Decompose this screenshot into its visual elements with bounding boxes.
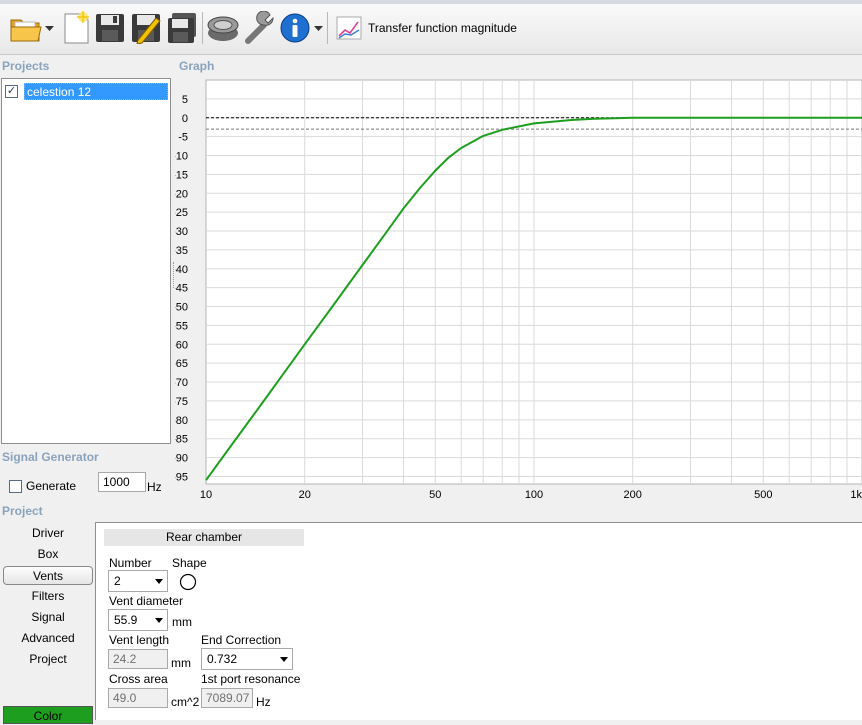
- y-tick-label: -15: [175, 169, 188, 181]
- save-as-icon[interactable]: [128, 10, 164, 46]
- project-name[interactable]: celestion 12: [24, 82, 168, 100]
- y-tick-label: -70: [175, 377, 188, 389]
- nav-signal[interactable]: Signal: [3, 608, 93, 627]
- nav-vents[interactable]: Vents: [3, 566, 93, 585]
- number-select[interactable]: 2: [108, 570, 168, 592]
- chevron-down-icon: [155, 618, 163, 623]
- vent-diameter-value: 55.9: [114, 613, 138, 627]
- circle-icon[interactable]: [179, 573, 197, 591]
- color-button[interactable]: Color: [3, 706, 93, 724]
- project-section-title: Project: [2, 504, 43, 518]
- driver-icon[interactable]: [205, 10, 241, 46]
- projects-title: Projects: [2, 59, 50, 73]
- y-tick-label: -40: [175, 264, 188, 276]
- end-correction-value: 0.732: [207, 652, 238, 666]
- shape-label: Shape: [172, 556, 207, 570]
- nav-box[interactable]: Box: [3, 545, 93, 564]
- list-item[interactable]: ✓ celestion 12: [5, 82, 170, 100]
- nav-project[interactable]: Project: [3, 650, 93, 669]
- vent-diameter-select[interactable]: 55.9: [108, 609, 168, 631]
- cross-area-unit: cm^2: [171, 695, 200, 709]
- vent-length-label: Vent length: [109, 633, 170, 647]
- generate-label: Generate: [26, 479, 77, 493]
- x-tick-label: 500: [754, 489, 772, 501]
- y-tick-label: -50: [175, 302, 188, 314]
- x-tick-label: 100: [525, 489, 543, 501]
- nav-advanced[interactable]: Advanced: [3, 629, 93, 648]
- y-tick-label: -60: [175, 339, 188, 351]
- y-tick-label: -80: [175, 415, 188, 427]
- open-dropdown-arrow-icon[interactable]: [45, 26, 54, 32]
- generate-checkbox[interactable]: [9, 480, 22, 493]
- chart-icon[interactable]: [333, 10, 365, 46]
- graph-mode-label[interactable]: Transfer function magnitude: [368, 21, 517, 35]
- graph-title: Graph: [179, 59, 215, 73]
- x-tick-label: 50: [429, 489, 441, 501]
- end-correction-label: End Correction: [201, 633, 282, 647]
- y-tick-label: -10: [175, 151, 188, 163]
- chevron-down-icon: [280, 657, 288, 662]
- info-icon[interactable]: [277, 10, 313, 46]
- number-value: 2: [114, 574, 121, 588]
- cross-area-label: Cross area: [109, 672, 168, 686]
- y-tick-label: -55: [175, 320, 188, 332]
- number-label: Number: [109, 556, 152, 570]
- chevron-down-icon: [155, 579, 163, 584]
- port-resonance-label: 1st port resonance: [201, 672, 301, 686]
- open-folder-icon[interactable]: [8, 10, 44, 46]
- nav-filters[interactable]: Filters: [3, 587, 93, 606]
- toolbar-separator: [327, 12, 328, 44]
- vent-length-field[interactable]: 24.2: [108, 649, 168, 669]
- toolbar-top-line: [0, 0, 862, 4]
- x-tick-label: 1k: [850, 489, 862, 501]
- x-tick-label: 20: [299, 489, 311, 501]
- y-tick-label: -95: [175, 471, 188, 483]
- y-tick-label: -85: [175, 434, 188, 446]
- x-tick-label: 10: [200, 489, 212, 501]
- signal-generator-title: Signal Generator: [2, 450, 99, 464]
- nav-driver[interactable]: Driver: [3, 524, 93, 543]
- y-tick-label: -75: [175, 396, 188, 408]
- transfer-function-chart: 50-5-10-15-20-25-30-35-40-45-50-55-60-65…: [175, 79, 862, 501]
- project-checkbox[interactable]: ✓: [5, 84, 18, 98]
- rear-chamber-tab[interactable]: Rear chamber: [104, 529, 304, 546]
- port-resonance-field[interactable]: 7089.07: [201, 688, 253, 708]
- toolbar-separator: [202, 12, 203, 44]
- y-tick-label: -30: [175, 226, 188, 238]
- port-resonance-unit: Hz: [256, 695, 271, 709]
- vent-diameter-label: Vent diameter: [109, 594, 184, 608]
- y-tick-label: -5: [178, 132, 188, 144]
- y-tick-label: 0: [182, 113, 188, 125]
- y-tick-label: -65: [175, 358, 188, 370]
- toolbar: Transfer function magnitude: [0, 0, 862, 55]
- vent-diameter-unit: mm: [172, 615, 192, 629]
- save-all-icon[interactable]: [164, 10, 200, 46]
- new-document-icon[interactable]: [58, 10, 94, 46]
- y-tick-label: -45: [175, 283, 188, 295]
- y-tick-label: -35: [175, 245, 188, 257]
- tools-icon[interactable]: [241, 10, 277, 46]
- y-tick-label: -90: [175, 453, 188, 465]
- frequency-unit: Hz: [147, 480, 162, 494]
- y-tick-label: -25: [175, 207, 188, 219]
- info-dropdown-arrow-icon[interactable]: [314, 26, 323, 32]
- frequency-input[interactable]: 1000: [98, 472, 146, 492]
- y-tick-label: -20: [175, 188, 188, 200]
- save-icon[interactable]: [92, 10, 128, 46]
- x-tick-label: 200: [624, 489, 642, 501]
- y-tick-label: 5: [182, 94, 188, 106]
- projects-list: ✓ celestion 12: [1, 78, 171, 444]
- cross-area-field[interactable]: 49.0: [108, 688, 168, 708]
- end-correction-select[interactable]: 0.732: [201, 648, 293, 670]
- vent-length-unit: mm: [171, 656, 191, 670]
